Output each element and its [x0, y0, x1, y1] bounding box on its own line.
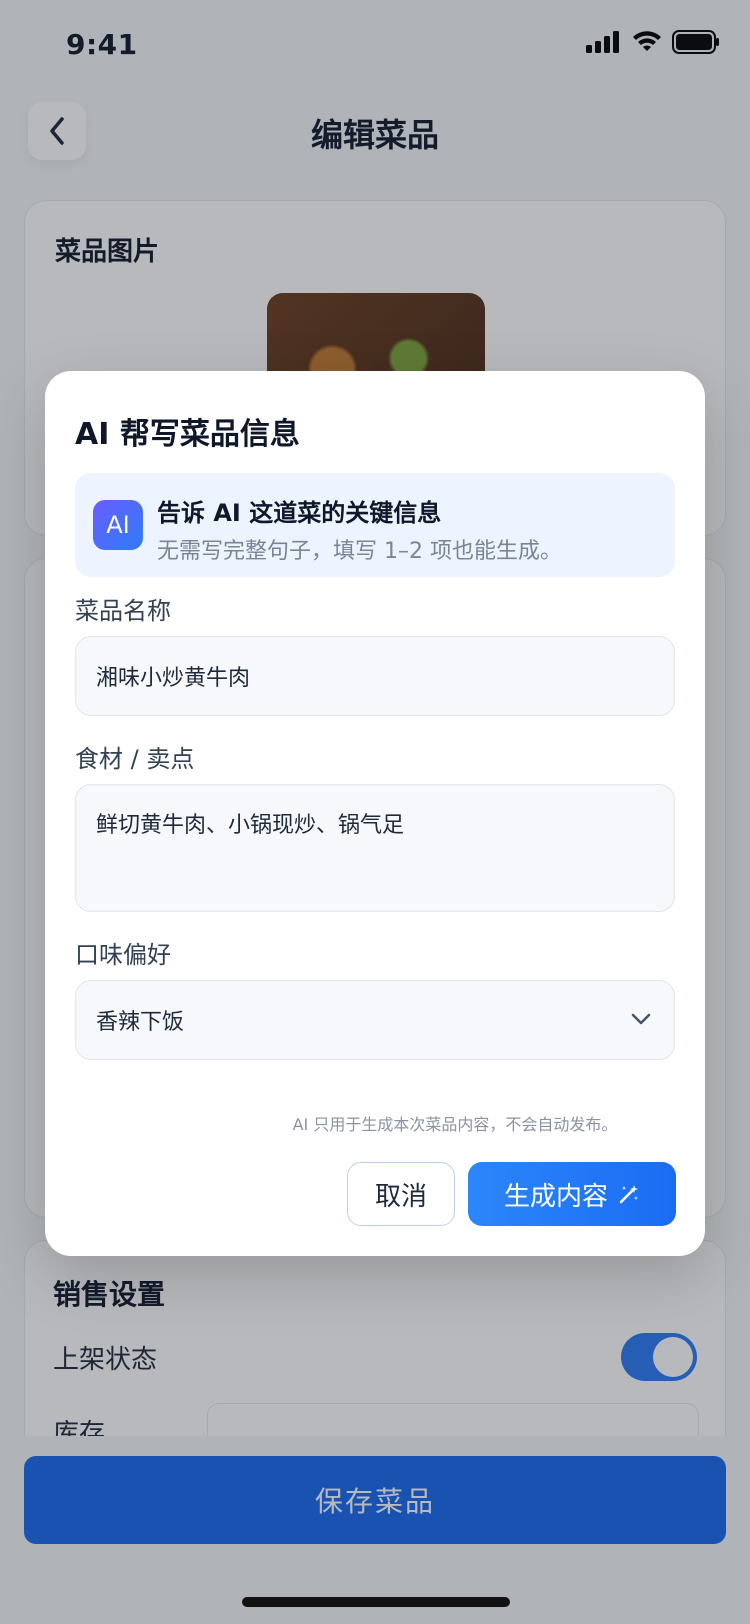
ai-badge-icon: AI [93, 500, 143, 550]
ingredients-label: 食材 / 卖点 [75, 745, 195, 773]
cancel-label: 取消 [374, 1181, 427, 1212]
generate-label: 生成内容 [503, 1181, 608, 1212]
modal-title: AI 帮写菜品信息 [75, 417, 300, 452]
cancel-button[interactable]: 取消 [347, 1162, 455, 1226]
ai-write-modal: AI 帮写菜品信息 AI 告诉 AI 这道菜的关键信息 无需写完整句子，填写 1… [45, 371, 705, 1256]
ai-tip-banner: AI 告诉 AI 这道菜的关键信息 无需写完整句子，填写 1–2 项也能生成。 [75, 473, 675, 577]
dish-name-input[interactable]: 湘味小炒黄牛肉 [75, 636, 675, 716]
magic-wand-icon [619, 1185, 638, 1204]
taste-label: 口味偏好 [75, 941, 171, 969]
taste-value: 香辣下饭 [96, 1010, 185, 1035]
ai-tip-subtitle: 无需写完整句子，填写 1–2 项也能生成。 [157, 539, 562, 564]
home-indicator [242, 1597, 510, 1607]
dish-name-label: 菜品名称 [75, 597, 171, 625]
chevron-down-icon [631, 1013, 651, 1025]
ingredients-value: 鲜切黄牛肉、小锅现炒、锅气足 [96, 813, 405, 838]
ai-tip-title: 告诉 AI 这道菜的关键信息 [157, 499, 442, 527]
dish-name-value: 湘味小炒黄牛肉 [96, 666, 251, 691]
ingredients-textarea[interactable]: 鲜切黄牛肉、小锅现炒、锅气足 [75, 784, 675, 912]
ai-disclaimer: AI 只用于生成本次菜品内容，不会自动发布。 [292, 1115, 618, 1134]
generate-content-button[interactable]: 生成内容 [468, 1162, 676, 1226]
taste-select[interactable]: 香辣下饭 [75, 980, 675, 1060]
